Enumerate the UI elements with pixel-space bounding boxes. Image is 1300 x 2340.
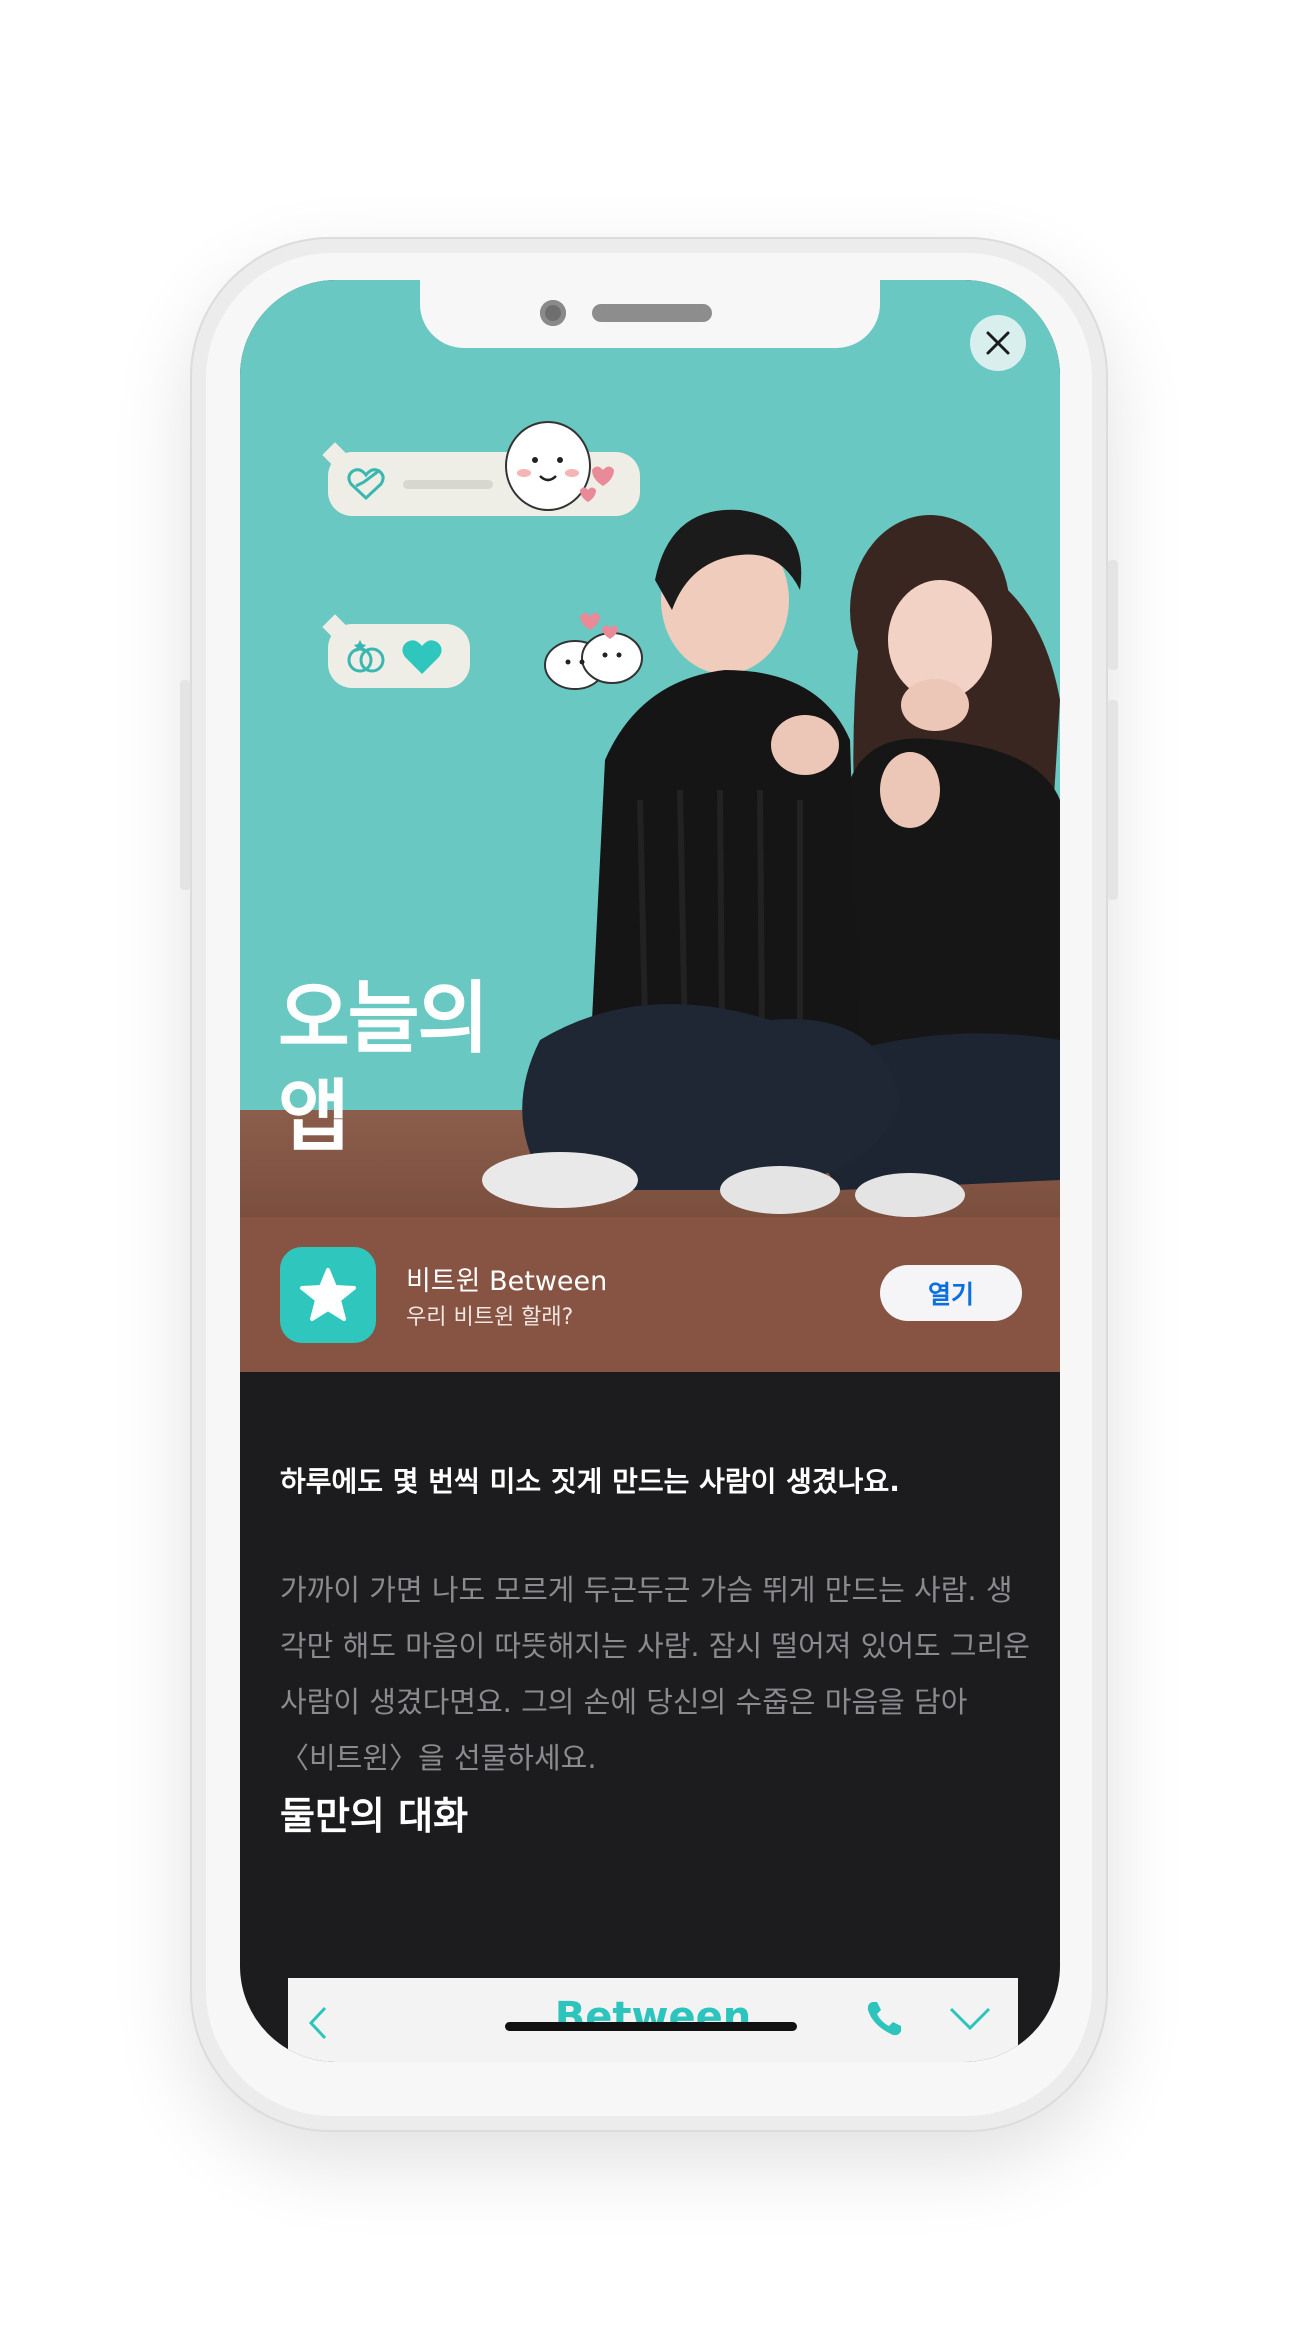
open-button[interactable]: 열기 (880, 1265, 1022, 1321)
article-paragraph: 가까이 가면 나도 모르게 두근두근 가슴 뛰게 만드는 사람. 생각만 해도 … (280, 1573, 1030, 1775)
phone-screen: 오늘의 앱 비트윈 Between 우리 비트윈 할래? 열기 하루에도 몇 번… (240, 280, 1060, 2062)
chat-bubble-rings (322, 614, 470, 688)
close-icon (986, 331, 1010, 355)
volume-button (180, 680, 190, 890)
section-title: 둘만의 대화 (280, 1794, 469, 1838)
close-button[interactable] (970, 315, 1026, 371)
phone-icon (867, 2002, 901, 2036)
home-indicator[interactable] (505, 2022, 797, 2031)
star-icon (300, 1268, 356, 1321)
bear-sticker (505, 421, 614, 511)
chat-title: Between (554, 1994, 752, 2040)
bubble-line (403, 480, 493, 489)
power-button (1108, 560, 1118, 670)
app-name: 비트윈 Between (406, 1266, 608, 1297)
chevron-down-icon (949, 2007, 991, 2031)
app-icon[interactable] (280, 1247, 376, 1343)
chat-bubble-hearts (322, 421, 640, 516)
app-banner[interactable]: 비트윈 Between 우리 비트윈 할래? 열기 (240, 1217, 1060, 1372)
chat-preview-header: Between (288, 1978, 1018, 2062)
bubble-tail (322, 442, 348, 468)
app-subtitle: 우리 비트윈 할래? (406, 1305, 574, 1330)
hero-title-line2: 앱 (278, 1072, 350, 1162)
notch (420, 280, 880, 348)
hero-title-line1: 오늘의 (278, 974, 489, 1064)
side-button (1108, 700, 1118, 900)
call-button[interactable] (863, 1998, 905, 2044)
speaker (592, 304, 712, 322)
heart-check-icon (347, 468, 385, 501)
article-headline: 하루에도 몇 번씩 미소 짓게 만드는 사람이 생겼나요. (280, 1465, 900, 1498)
hero-title: 오늘의 앱 (278, 970, 578, 1166)
hero-card[interactable]: 오늘의 앱 (240, 280, 1060, 1217)
camera (540, 300, 566, 326)
seal-sticker (544, 613, 643, 690)
collapse-button[interactable] (948, 2004, 992, 2038)
rings-icon (347, 640, 385, 673)
heart-icon (402, 640, 442, 674)
